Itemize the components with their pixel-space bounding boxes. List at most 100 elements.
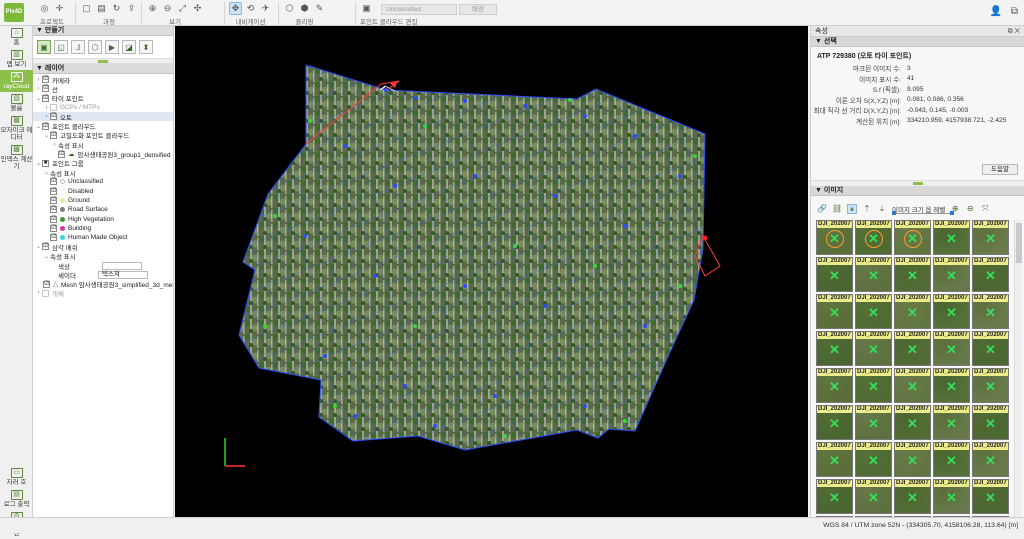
zoom-out-icon[interactable]: ⊖ — [965, 204, 975, 214]
expand-arrow-icon[interactable]: ⌄ — [35, 243, 42, 250]
layer-row[interactable]: ⌄ ☑ 타이 포인트 — [33, 94, 173, 103]
expand-arrow-icon[interactable]: ⌄ — [43, 253, 50, 260]
link-icon[interactable]: 🔗 — [817, 204, 827, 214]
layer-row[interactable]: ☑ △ Mesh 암사생태공원3_simplified_3d_mesh — [33, 280, 173, 289]
expand-icon[interactable]: ⤧ — [980, 204, 990, 214]
orbit-icon[interactable]: ⟲ — [244, 2, 257, 15]
layer-checkbox[interactable]: ☑ — [50, 197, 57, 204]
image-thumbnail[interactable]: DJI_202007 ✕ — [972, 442, 1009, 477]
layer-row[interactable]: ⌄ ☑ 고밀도화 포인트 클라우드 — [33, 131, 173, 140]
sort-asc-icon[interactable]: ⇡ — [862, 204, 872, 214]
brush-icon[interactable]: ✎ — [313, 2, 326, 15]
image-thumbnail[interactable]: DJI_202007 ✕ — [933, 331, 970, 366]
point-cloud-render[interactable] — [175, 26, 808, 517]
selection-header[interactable]: ▼ 선택 — [811, 37, 1024, 47]
layer-row[interactable]: ⌄ 속성 표시 — [33, 168, 173, 177]
layer-row[interactable]: ☑ Road Surface — [33, 205, 173, 214]
layer-row[interactable]: ⌄ ■ 포인트 그룹 — [33, 159, 173, 168]
image-thumbnail[interactable]: DJI_202007 ✕ — [972, 220, 1009, 255]
tool-orthoplane-icon[interactable]: ◪ — [122, 40, 136, 54]
layer-row[interactable]: ☑ Building — [33, 224, 173, 233]
image-thumbnail[interactable]: DJI_202007 ✕ — [855, 220, 892, 255]
image-thumbnail[interactable]: DJI_202007 ✕ — [933, 442, 970, 477]
zoom-in-icon[interactable]: ⊕ — [146, 2, 159, 15]
layer-checkbox[interactable]: ☑ — [50, 206, 57, 214]
select-icon[interactable]: ▣ — [360, 2, 373, 15]
layer-row[interactable]: › 속성 표시 — [33, 140, 173, 150]
layer-row[interactable]: ☑ Unclassified — [33, 177, 173, 186]
new-icon[interactable]: ▢ — [80, 2, 93, 15]
nav-processing[interactable]: ▭ 자러 호 — [0, 466, 33, 488]
image-thumbnail[interactable]: DJI_202007 ✕ — [972, 331, 1009, 366]
layer-row[interactable]: › ☑ 오토 — [33, 112, 173, 122]
expand-arrow-icon[interactable]: ⌄ — [43, 132, 50, 139]
tool-polygon-icon[interactable]: ◱ — [54, 40, 68, 54]
expand-arrow-icon[interactable]: › — [43, 105, 50, 111]
layer-row[interactable]: ☑ Ground — [33, 196, 173, 205]
layer-row[interactable]: ☑ High Vegetation — [33, 214, 173, 223]
layer-checkbox[interactable]: ☑ — [43, 280, 50, 288]
layer-checkbox[interactable]: ☑ — [50, 113, 57, 121]
layer-checkbox[interactable] — [42, 289, 49, 297]
layer-row[interactable]: ☑ Disabled — [33, 187, 173, 196]
sort-desc-icon[interactable]: ⇣ — [877, 204, 887, 214]
image-thumbnail[interactable]: DJI_202007 ✕ — [894, 368, 931, 403]
image-thumbnail[interactable]: DJI_202007 ✕ — [894, 220, 931, 255]
layer-row[interactable]: ☑ Human Made Object — [33, 233, 173, 242]
image-thumbnail[interactable]: DJI_202007 ✕ — [816, 220, 853, 255]
compass-icon[interactable]: ✣ — [191, 2, 204, 15]
panel-splitter[interactable] — [33, 58, 173, 64]
nav-raycloud[interactable]: ⁂ rayCloud — [0, 70, 33, 92]
panel-window-icons[interactable]: ⧉ ✕ — [1008, 26, 1020, 37]
layer-row[interactable]: › GCPs / MTPs — [33, 103, 173, 112]
image-thumbnail[interactable]: DJI_202007 ✕ — [816, 368, 853, 403]
layer-row[interactable]: 색상 — [33, 261, 173, 270]
expand-arrow-icon[interactable]: › — [35, 86, 42, 92]
nav-mosaic[interactable]: ▦ 모자이크 에디터 — [0, 114, 33, 143]
image-thumbnail[interactable]: DJI_202007 ✕ — [816, 294, 853, 329]
layer-checkbox[interactable]: ☑ — [42, 76, 49, 84]
tool-square-icon[interactable]: ▣ — [37, 40, 51, 54]
zoom-out-icon[interactable]: ⊖ — [161, 2, 174, 15]
nav-volume[interactable]: ▨ 볼륨 — [0, 92, 33, 114]
image-thumbnail[interactable]: DJI_202007 ✕ — [933, 368, 970, 403]
tools-header[interactable]: ▼ 만들기 — [33, 26, 173, 36]
image-thumbnail[interactable]: DJI_202007 ✕ — [933, 294, 970, 329]
expand-arrow-icon[interactable]: › — [43, 114, 50, 120]
image-thumbnail[interactable]: DJI_202007 ✕ — [816, 331, 853, 366]
tool-scale-icon[interactable]: ⬍ — [139, 40, 153, 54]
image-thumbnail[interactable]: DJI_202007 ✕ — [894, 294, 931, 329]
layer-row[interactable]: ⌄ 속성 표시 — [33, 252, 173, 261]
expand-arrow-icon[interactable]: ⌄ — [35, 160, 42, 167]
globe-icon[interactable]: ◎ — [38, 2, 51, 15]
image-thumbnail[interactable]: DJI_202007 ✕ — [855, 257, 892, 292]
image-thumbnail[interactable]: DJI_202007 ✕ — [972, 368, 1009, 403]
image-thumbnail[interactable]: DJI_202007 ✕ — [972, 405, 1009, 440]
refresh-icon[interactable]: ↻ — [110, 2, 123, 15]
tool-volume-icon[interactable]: ⬡ — [88, 40, 102, 54]
layer-checkbox[interactable]: ☑ — [50, 224, 57, 232]
image-thumbnail[interactable]: DJI_202007 ✕ — [855, 479, 892, 514]
image-thumbnail[interactable]: DJI_202007 ✕ — [816, 257, 853, 292]
image-thumbnail[interactable]: DJI_202007 ✕ — [933, 257, 970, 292]
image-thumbnail[interactable]: DJI_202007 ✕ — [933, 405, 970, 440]
image-thumbnail[interactable]: DJI_202007 ✕ — [855, 442, 892, 477]
layer-checkbox[interactable]: ☑ — [50, 178, 57, 186]
fit-icon[interactable]: ⤢ — [176, 2, 189, 15]
image-thumbnail[interactable]: DJI_202007 ✕ — [855, 294, 892, 329]
expand-arrow-icon[interactable]: ⌄ — [35, 123, 42, 130]
image-thumbnail[interactable]: DJI_202007 ✕ — [972, 294, 1009, 329]
layer-property-field[interactable] — [101, 261, 142, 270]
images-scrollbar[interactable] — [1014, 220, 1022, 517]
help-button[interactable]: 도움말 — [982, 164, 1018, 175]
layer-row[interactable]: ⌄ ☑ 삼각 메쉬 — [33, 242, 173, 252]
layer-checkbox[interactable]: ☑ — [50, 187, 57, 195]
images-header[interactable]: ▼ 이미지 — [811, 186, 1024, 196]
image-size-slider[interactable]: 이미지 크기 옵 레벨 — [892, 204, 954, 215]
image-thumbnail[interactable]: DJI_202007 ✕ — [816, 442, 853, 477]
image-thumbnail[interactable]: DJI_202007 ✕ — [855, 331, 892, 366]
nav-log[interactable]: ▤ 로그 출력 — [0, 488, 33, 510]
box-clip-icon[interactable]: ⬡ — [283, 2, 296, 15]
layer-checkbox[interactable]: ☑ — [42, 85, 49, 93]
expand-arrow-icon[interactable]: › — [51, 142, 58, 148]
